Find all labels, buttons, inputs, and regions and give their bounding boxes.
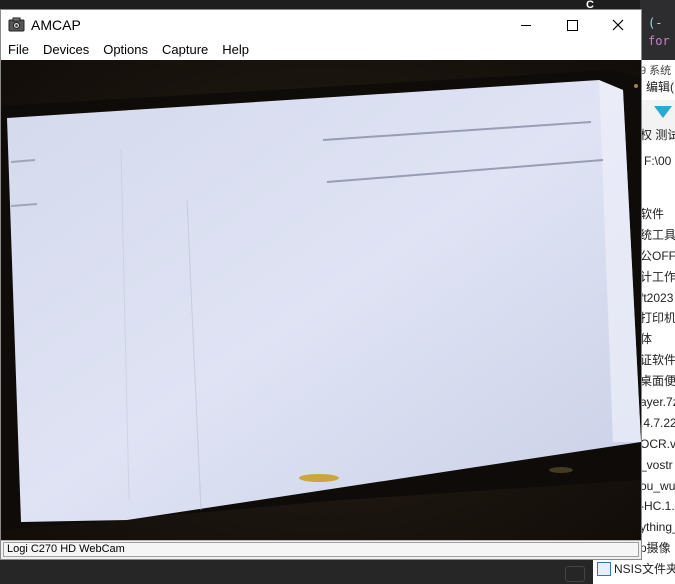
- menu-file[interactable]: File: [1, 40, 36, 60]
- folder-icon: [597, 561, 611, 576]
- list-item[interactable]: -HC.1.: [640, 496, 675, 517]
- maximize-icon: [566, 19, 578, 31]
- list-item[interactable]: _vostr: [640, 455, 675, 476]
- monitor-screen: [7, 80, 641, 522]
- maximize-button[interactable]: [549, 10, 595, 40]
- list-item[interactable]: 软件: [640, 204, 675, 225]
- background-file-list: 软件 统工具 公OFF 计工作 ft2023 打印机 体 证软件 桌面便 aye…: [640, 204, 675, 559]
- background-edit-menu[interactable]: 编辑(: [646, 78, 674, 95]
- background-file-explorer: 9 系统 编辑( 权 测试 F:\00 软件 统工具 公OFF 计工作 ft20…: [640, 60, 675, 584]
- list-item[interactable]: 计工作: [640, 267, 675, 288]
- list-item[interactable]: 桌面便: [640, 371, 675, 392]
- webcam-frame: [1, 60, 641, 540]
- background-bottom-area: [0, 560, 593, 584]
- background-folder-row: NSIS文件夹: [593, 556, 675, 584]
- background-path-field[interactable]: F:\00: [644, 154, 671, 168]
- download-arrow-icon[interactable]: [654, 106, 672, 118]
- title-bar[interactable]: AMCAP: [1, 10, 641, 40]
- minimize-button[interactable]: [503, 10, 549, 40]
- camera-icon: [8, 17, 25, 32]
- close-icon: [612, 19, 624, 31]
- menu-bar: File Devices Options Capture Help: [1, 40, 641, 60]
- list-item[interactable]: ayer.7z: [640, 392, 675, 413]
- menu-options[interactable]: Options: [96, 40, 155, 60]
- list-item[interactable]: 打印机: [640, 308, 675, 329]
- background-tray-icon: [565, 566, 585, 582]
- list-item[interactable]: .4.7.22: [640, 413, 675, 434]
- background-code-line: for: [648, 34, 670, 48]
- background-code-line: (-: [648, 16, 663, 30]
- amcap-window: AMCAP File Devices Options Capture Help: [0, 9, 642, 560]
- list-item[interactable]: ything_: [640, 517, 675, 538]
- list-item[interactable]: OCR.v: [640, 434, 675, 455]
- menu-devices[interactable]: Devices: [36, 40, 96, 60]
- menu-capture[interactable]: Capture: [155, 40, 215, 60]
- background-toolbar-text[interactable]: 权 测试: [640, 126, 675, 143]
- menu-help[interactable]: Help: [215, 40, 256, 60]
- list-item[interactable]: 统工具: [640, 225, 675, 246]
- list-item[interactable]: 证软件: [640, 350, 675, 371]
- video-preview: [1, 60, 641, 540]
- list-item[interactable]: NSIS文件夹: [597, 560, 675, 577]
- background-system-label: 9 系统: [640, 65, 672, 77]
- minimize-icon: [521, 24, 531, 26]
- list-item[interactable]: ou_wub: [640, 476, 675, 497]
- status-bar: Logi C270 HD WebCam: [1, 540, 641, 559]
- list-item[interactable]: 公OFF: [640, 246, 675, 267]
- close-button[interactable]: [595, 10, 641, 40]
- folder-label: NSIS文件夹: [614, 562, 675, 576]
- list-item[interactable]: ft2023: [640, 288, 675, 309]
- list-item[interactable]: 体: [640, 329, 675, 350]
- status-device-name: Logi C270 HD WebCam: [3, 542, 639, 557]
- window-title: AMCAP: [31, 17, 81, 33]
